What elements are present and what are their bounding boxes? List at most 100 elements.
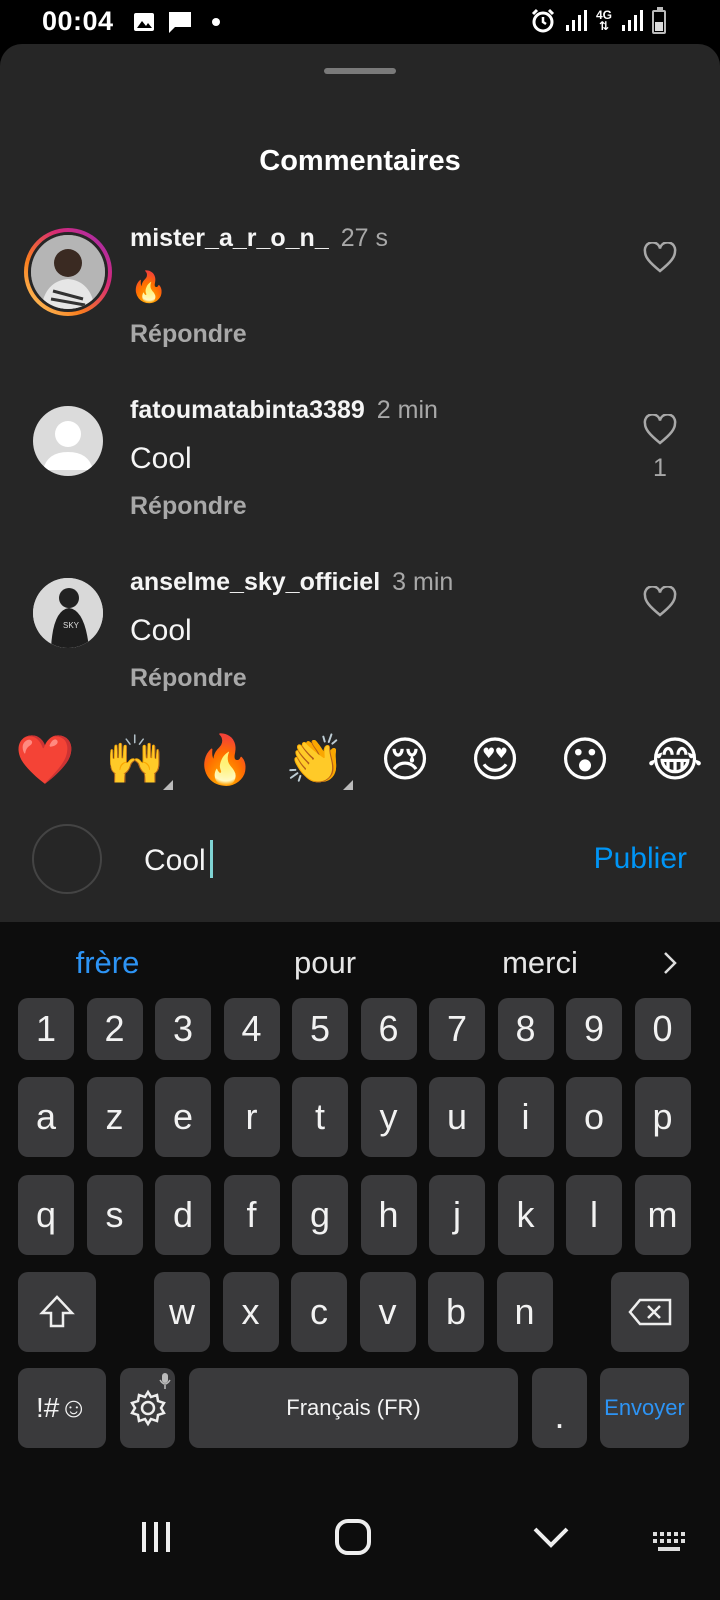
letter-key-e[interactable]: e: [155, 1077, 211, 1157]
battery-icon: [652, 7, 666, 34]
status-time: 00:04: [42, 6, 114, 36]
status-bar: 00:04 4G ⇅: [0, 0, 720, 44]
reply-button[interactable]: Répondre: [130, 320, 247, 349]
comments-sheet: Commentaires mister_a_r_o_n_ 27 s 🔥 Répon…: [0, 44, 720, 922]
period-key[interactable]: .: [532, 1368, 587, 1448]
4g-icon: 4G ⇅: [595, 8, 612, 33]
emoji-clapping-button[interactable]: 👏: [285, 728, 353, 792]
letter-key-z[interactable]: z: [86, 1077, 143, 1157]
comment-text: 🔥: [130, 271, 168, 304]
suggestion-item[interactable]: frère: [0, 922, 215, 1004]
emoji-reaction-bar: ❤️ 🙌 🔥 👏 😢 😍 😮 😂: [0, 728, 720, 798]
image-icon: [134, 13, 154, 31]
number-key-2[interactable]: 2: [86, 998, 143, 1060]
backspace-key[interactable]: [611, 1272, 689, 1352]
letter-key-u[interactable]: u: [429, 1077, 485, 1157]
number-key-8[interactable]: 8: [497, 998, 554, 1060]
publish-button[interactable]: Publier: [594, 842, 687, 876]
emoji-crying-button[interactable]: 😢: [375, 728, 435, 792]
letter-key-y[interactable]: y: [360, 1077, 417, 1157]
letter-key-b[interactable]: b: [428, 1272, 484, 1352]
comment-username[interactable]: fatoumatabinta3389 2 min: [130, 396, 438, 425]
suggestion-item[interactable]: pour: [215, 922, 435, 1004]
letter-key-w[interactable]: w: [154, 1272, 210, 1352]
letter-key-v[interactable]: v: [359, 1272, 416, 1352]
heart-icon[interactable]: [643, 242, 677, 274]
status-system-icons: 4G ⇅: [530, 8, 670, 34]
number-key-3[interactable]: 3: [155, 998, 211, 1060]
settings-key[interactable]: [120, 1368, 175, 1448]
letter-key-j[interactable]: j: [429, 1175, 485, 1255]
send-key[interactable]: Envoyer: [600, 1368, 689, 1448]
letter-key-x[interactable]: x: [222, 1272, 279, 1352]
letter-key-r[interactable]: r: [223, 1077, 280, 1157]
reply-button[interactable]: Répondre: [130, 664, 247, 693]
number-key-6[interactable]: 6: [360, 998, 417, 1060]
letter-key-s[interactable]: s: [86, 1175, 143, 1255]
avatar[interactable]: SKY: [33, 578, 103, 648]
letter-key-k[interactable]: k: [497, 1175, 554, 1255]
number-key-7[interactable]: 7: [429, 998, 485, 1060]
dot-icon: [212, 18, 220, 26]
keyboard-icon[interactable]: [652, 1530, 686, 1554]
comment-text: Cool: [130, 614, 192, 647]
comment-time: 2 min: [376, 396, 438, 424]
letter-key-n[interactable]: n: [496, 1272, 553, 1352]
letter-key-m[interactable]: m: [634, 1175, 691, 1255]
drag-handle[interactable]: [324, 68, 396, 74]
letter-key-f[interactable]: f: [223, 1175, 280, 1255]
emoji-heart-button[interactable]: ❤️: [15, 728, 75, 792]
home-icon[interactable]: [334, 1518, 372, 1556]
avatar[interactable]: [33, 406, 103, 476]
comment-item: mister_a_r_o_n_ 27 s 🔥 Répondre: [0, 224, 720, 374]
like-count: 1: [653, 454, 667, 482]
comment-username[interactable]: anselme_sky_officiel 3 min: [130, 568, 453, 597]
space-key[interactable]: Français (FR): [189, 1368, 518, 1448]
signal-icon: [622, 10, 643, 31]
shift-key[interactable]: [18, 1272, 96, 1352]
emoji-laughing-button[interactable]: 😂: [645, 728, 705, 792]
letter-key-p[interactable]: p: [634, 1077, 691, 1157]
number-key-5[interactable]: 5: [292, 998, 348, 1060]
emoji-raising-hands-button[interactable]: 🙌: [105, 728, 173, 792]
chevron-down-icon[interactable]: [532, 1526, 570, 1550]
keyboard: frère pour merci !#☺ Français (FR) . Env…: [0, 922, 720, 1492]
letter-key-q[interactable]: q: [18, 1175, 74, 1255]
suggestion-item[interactable]: merci: [435, 922, 645, 1004]
letter-key-h[interactable]: h: [360, 1175, 417, 1255]
comment-composer: Cool Publier: [0, 814, 720, 910]
letter-key-o[interactable]: o: [566, 1077, 622, 1157]
comment-item: SKY anselme_sky_officiel 3 min Cool Répon…: [0, 568, 720, 718]
microphone-icon: [159, 1373, 171, 1389]
backspace-icon: [628, 1298, 672, 1326]
letter-key-a[interactable]: a: [18, 1077, 74, 1157]
symbols-key[interactable]: !#☺: [18, 1368, 106, 1448]
emoji-heart-eyes-button[interactable]: 😍: [465, 728, 525, 792]
number-key-4[interactable]: 4: [223, 998, 280, 1060]
gear-icon: [129, 1389, 166, 1427]
emoji-surprised-button[interactable]: 😮: [555, 728, 615, 792]
number-key-1[interactable]: 1: [18, 998, 74, 1060]
reply-button[interactable]: Répondre: [130, 492, 247, 521]
number-key-0[interactable]: 0: [634, 998, 691, 1060]
recent-apps-icon[interactable]: [140, 1520, 172, 1554]
letter-key-c[interactable]: c: [291, 1272, 347, 1352]
heart-icon[interactable]: [643, 586, 677, 618]
number-key-9[interactable]: 9: [566, 998, 622, 1060]
letter-key-t[interactable]: t: [292, 1077, 348, 1157]
signal-icon: [565, 10, 587, 31]
comment-time: 27 s: [340, 224, 388, 252]
avatar[interactable]: [24, 228, 112, 316]
text-caret: [209, 840, 213, 878]
letter-key-d[interactable]: d: [155, 1175, 211, 1255]
avatar-photo: [31, 235, 105, 309]
heart-icon[interactable]: [643, 414, 677, 446]
letter-key-i[interactable]: i: [497, 1077, 554, 1157]
letter-key-g[interactable]: g: [292, 1175, 348, 1255]
skin-tone-indicator: [343, 780, 353, 790]
letter-key-l[interactable]: l: [566, 1175, 622, 1255]
chevron-right-icon[interactable]: [662, 950, 678, 976]
comment-input[interactable]: Cool: [144, 840, 213, 878]
emoji-fire-button[interactable]: 🔥: [195, 728, 255, 792]
comment-username[interactable]: mister_a_r_o_n_ 27 s: [130, 224, 388, 253]
